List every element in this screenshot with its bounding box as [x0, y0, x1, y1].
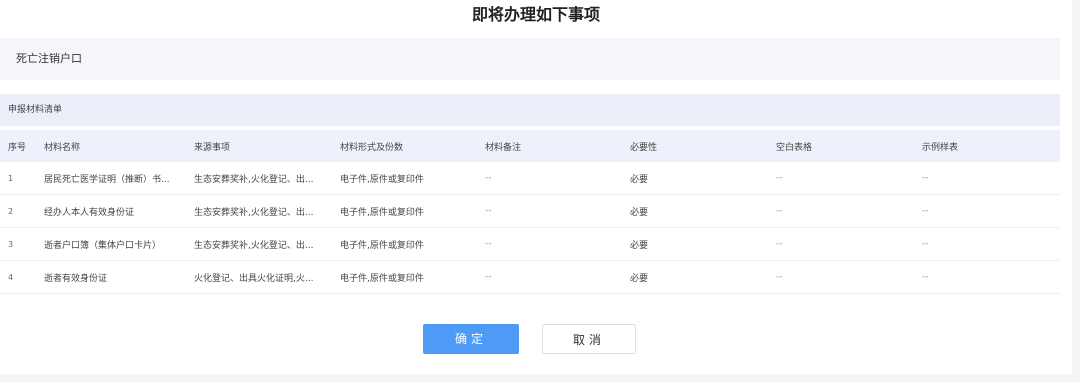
cell-material-note: -- [477, 194, 622, 228]
section-title: 申报材料清单 [8, 105, 63, 115]
header-sample-form: 示例样表 [914, 130, 1060, 162]
cell-material-form: 电子件,原件或复印件 [332, 194, 477, 228]
cell-index: 4 [0, 260, 36, 294]
item-name: 死亡注销户口 [16, 52, 82, 65]
cell-source-item: 生态安葬奖补,火化登记、出... [186, 194, 332, 228]
dialog-title: 即将办理如下事项 [471, 5, 600, 24]
materials-section-header: 申报材料清单 [0, 94, 1060, 126]
table-row: 3 逝者户口簿（集体户口卡片） 生态安葬奖补,火化登记、出... 电子件,原件或… [0, 227, 1060, 261]
cell-sample-form: -- [914, 227, 1060, 261]
cell-material-form: 电子件,原件或复印件 [332, 227, 477, 261]
table-row: 1 居民死亡医学证明（推断）书... 生态安葬奖补,火化登记、出... 电子件,… [0, 162, 1060, 195]
header-material-name: 材料名称 [36, 130, 186, 162]
header-source-item: 来源事项 [186, 130, 332, 162]
cell-material-name: 居民死亡医学证明（推断）书... [36, 162, 186, 195]
cell-sample-form: -- [914, 162, 1060, 195]
cell-blank-form: -- [768, 162, 914, 195]
cell-source-item: 火化登记、出具火化证明,火... [186, 260, 332, 294]
cell-material-name: 逝者有效身份证 [36, 260, 186, 294]
cell-source-item: 生态安葬奖补,火化登记、出... [186, 227, 332, 261]
header-material-note: 材料备注 [477, 130, 622, 162]
cell-material-form: 电子件,原件或复印件 [332, 162, 477, 195]
materials-table: 序号 材料名称 来源事项 材料形式及份数 材料备注 必要性 空白表格 示例样表 … [0, 130, 1060, 294]
table-row: 4 逝者有效身份证 火化登记、出具火化证明,火... 电子件,原件或复印件 --… [0, 260, 1060, 294]
cell-necessity: 必要 [622, 227, 768, 261]
cell-material-name: 经办人本人有效身份证 [36, 194, 186, 228]
cell-blank-form: -- [768, 227, 914, 261]
cell-material-note: -- [477, 227, 622, 261]
cell-material-form: 电子件,原件或复印件 [332, 260, 477, 294]
header-blank-form: 空白表格 [768, 130, 914, 162]
table-row: 2 经办人本人有效身份证 生态安葬奖补,火化登记、出... 电子件,原件或复印件… [0, 194, 1060, 228]
cell-index: 3 [0, 227, 36, 261]
confirm-button[interactable]: 确定 [423, 324, 519, 354]
handle-items-dialog: 即将办理如下事项 死亡注销户口 申报材料清单 序号 材料名称 来源事项 材料形式… [0, 0, 1072, 374]
item-name-box: 死亡注销户口 [0, 38, 1060, 80]
header-necessity: 必要性 [622, 130, 768, 162]
cell-necessity: 必要 [622, 194, 768, 228]
header-index: 序号 [0, 130, 36, 162]
cell-necessity: 必要 [622, 260, 768, 294]
cell-sample-form: -- [914, 260, 1060, 294]
cell-source-item: 生态安葬奖补,火化登记、出... [186, 162, 332, 195]
cell-material-note: -- [477, 162, 622, 195]
cancel-button[interactable]: 取消 [542, 324, 636, 354]
cell-blank-form: -- [768, 194, 914, 228]
cell-material-name: 逝者户口簿（集体户口卡片） [36, 227, 186, 261]
cell-sample-form: -- [914, 194, 1060, 228]
cell-necessity: 必要 [622, 162, 768, 195]
header-material-form: 材料形式及份数 [332, 130, 477, 162]
table-header-row: 序号 材料名称 来源事项 材料形式及份数 材料备注 必要性 空白表格 示例样表 [0, 130, 1060, 162]
cell-index: 1 [0, 162, 36, 195]
cell-blank-form: -- [768, 260, 914, 294]
cell-material-note: -- [477, 260, 622, 294]
cell-index: 2 [0, 194, 36, 228]
